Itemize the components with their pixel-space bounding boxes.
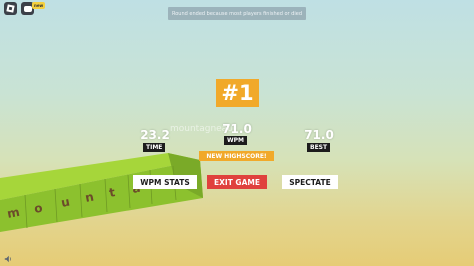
- time-label: TIME: [143, 143, 166, 152]
- new-highscore-banner: NEW HIGHSCORE!: [199, 151, 274, 161]
- chat-badge: new: [32, 2, 46, 9]
- roblox-menu-icon[interactable]: [4, 2, 17, 15]
- block-letter: m: [6, 205, 21, 221]
- wpm-label: WPM: [224, 136, 247, 145]
- top-left-toolbar: new: [4, 2, 46, 15]
- round-notice-toast: Round ended because most players finishe…: [168, 7, 306, 20]
- best-label: BEST: [307, 143, 331, 152]
- speaker-icon[interactable]: [4, 255, 12, 263]
- wpm-value: 71.0: [222, 122, 252, 136]
- exit-game-button[interactable]: EXIT GAME: [207, 175, 267, 189]
- wpm-stats-button[interactable]: WPM STATS: [133, 175, 197, 189]
- best-value: 71.0: [304, 128, 334, 142]
- spectate-button[interactable]: SPECTATE: [282, 175, 338, 189]
- placement-rank: #1: [216, 79, 259, 107]
- time-value: 23.2: [140, 128, 170, 142]
